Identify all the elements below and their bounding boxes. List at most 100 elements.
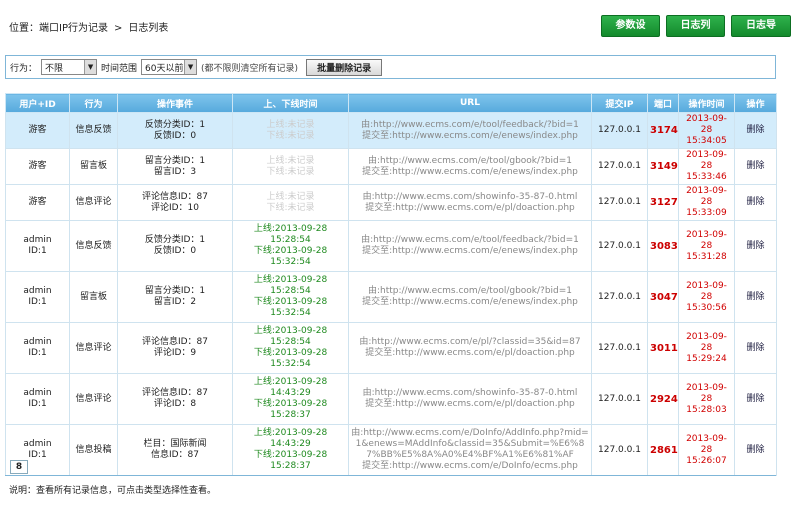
delete-link[interactable]: 删除	[737, 343, 774, 354]
column-header: 用户+ID	[5, 93, 70, 113]
event-text: 评论信息ID：87	[141, 337, 209, 347]
online-time-text: 上线:2013-09-28	[253, 377, 328, 387]
column-header: 行为	[69, 93, 118, 113]
event-text: 反馈分类ID：1	[144, 235, 206, 245]
user-cell-text: admin	[23, 337, 52, 347]
event-text: 留言ID：2	[153, 297, 197, 307]
table-body: 游客 信息反馈 反馈分类ID：1 反馈ID：0 上线:未记录 下线:未记录 由:http:/…	[5, 112, 777, 476]
operation-time: 15:34:05	[686, 136, 727, 146]
user-cell-text: admin	[23, 235, 52, 245]
event-text: 评论ID：8	[153, 399, 197, 409]
user-cell-text: 游客	[28, 125, 47, 135]
event-text: 留言分类ID：1	[144, 155, 206, 166]
operation-time: 15:26:07	[686, 455, 727, 466]
delete-link[interactable]: 删除	[737, 161, 774, 172]
online-time-text: 14:43:29	[270, 439, 311, 449]
online-time-text: 14:43:29	[270, 388, 311, 398]
submit-ip: 127.0.0.1	[598, 444, 641, 455]
online-time-text: 下线:2013-09-28	[253, 399, 328, 409]
delete-link[interactable]: 删除	[737, 394, 774, 405]
table-row: 游客 留言板 留言分类ID：1 留言ID：3 上线:未记录 下线:未记录 由:http://…	[5, 148, 777, 185]
operation-time: 2013-09-28	[686, 433, 727, 455]
table-header-row: 用户+ID 行为 操作事件 上、下线时间 URL 提交IP 端口 操作时间 操作	[5, 93, 777, 113]
online-time-text: 下线:未记录	[266, 202, 315, 213]
operation-time: 2013-09-28	[686, 382, 727, 404]
port-number: 3174	[650, 125, 678, 136]
url-from-link: 由:http://www.ecms.com/e/tool/gbook/?bid=…	[367, 155, 573, 166]
delete-link[interactable]: 删除	[737, 197, 774, 208]
url-from-link: 由:http://www.ecms.com/e/pl/?classid=35&i…	[359, 337, 581, 347]
user-cell-text: ID:1	[28, 297, 47, 307]
url-to-link: 提交至:http://www.ecms.com/e/DoInfo/ecms.ph…	[362, 461, 578, 471]
event-text: 评论ID：9	[153, 348, 197, 358]
url-from-link: 由:http://www.ecms.com/e/DoInfo/AddInfo.p…	[351, 428, 589, 460]
user-cell-text: 游客	[28, 161, 47, 171]
delete-link[interactable]: 删除	[737, 445, 774, 456]
event-text: 反馈分类ID：1	[144, 119, 206, 130]
breadcrumb-current[interactable]: 日志列表	[128, 23, 168, 34]
operation-time: 2013-09-28	[686, 114, 727, 135]
user-cell-text: 游客	[28, 197, 47, 207]
time-range-select-value: 60天以前	[145, 63, 184, 74]
breadcrumb-prefix: 位置：	[9, 23, 39, 34]
log-list-button[interactable]: 日志列表	[666, 15, 725, 51]
divider	[5, 475, 776, 476]
action-type: 信息反馈	[75, 240, 112, 251]
port-number: 2861	[650, 444, 678, 456]
breadcrumb-parent-link[interactable]: 端口IP行为记录	[39, 23, 108, 34]
time-range-select[interactable]: 60天以前 ▼	[141, 59, 198, 75]
chevron-down-icon: ▼	[84, 60, 97, 74]
event-text: 信息ID：87	[150, 450, 200, 460]
online-time-text: 15:32:54	[270, 257, 311, 267]
batch-delete-button[interactable]: 批量删除记录	[306, 58, 383, 76]
event-text: 栏目：国际新闻	[143, 439, 207, 449]
behavior-label: 行为：	[10, 63, 38, 74]
behavior-select-value: 不限	[45, 63, 64, 74]
delete-link[interactable]: 删除	[737, 241, 774, 252]
url-to-link: 提交至:http://www.ecms.com/e/pl/doaction.ph…	[365, 202, 575, 213]
filter-hint: (都不限则清空所有记录)	[201, 63, 299, 74]
url-from-link: 由:http://www.ecms.com/e/tool/feedback/?b…	[361, 235, 579, 245]
page-number[interactable]: 8	[10, 460, 28, 474]
column-header: 操作事件	[117, 93, 233, 113]
online-time-text: 下线:未记录	[266, 166, 315, 177]
settings-button[interactable]: 参数设置	[601, 15, 660, 51]
table-row: admin ID:1 信息评论 评论信息ID：87 评论ID：8 上线:2013-09-2…	[5, 373, 777, 425]
delete-link[interactable]: 删除	[737, 125, 774, 136]
chevron-down-icon: ▼	[184, 60, 197, 74]
port-number: 2924	[650, 393, 678, 405]
url-to-link: 提交至:http://www.ecms.com/e/enews/index.ph…	[362, 130, 578, 141]
user-cell-text: ID:1	[28, 348, 47, 358]
action-type: 信息投稿	[75, 444, 112, 455]
url-to-link: 提交至:http://www.ecms.com/e/enews/index.ph…	[362, 166, 578, 177]
url-from-link: 由:http://www.ecms.com/showinfo-35-87-0.h…	[362, 191, 578, 202]
url-to-link: 提交至:http://www.ecms.com/e/pl/doaction.ph…	[365, 399, 575, 409]
online-time-text: 下线:2013-09-28	[253, 246, 328, 256]
table-row: admin ID:1 信息反馈 反馈分类ID：1 反馈ID：0 上线:2013-09-28…	[5, 220, 777, 272]
event-text: 反馈ID：0	[153, 246, 197, 256]
column-header: 操作	[734, 93, 777, 113]
submit-ip: 127.0.0.1	[598, 240, 641, 251]
online-time-text: 15:32:54	[270, 308, 311, 318]
online-time-text: 15:28:54	[270, 337, 311, 347]
event-text: 留言分类ID：1	[144, 286, 206, 296]
delete-link[interactable]: 删除	[737, 292, 774, 303]
online-time-text: 下线:未记录	[266, 130, 315, 141]
online-time-text: 上线:2013-09-28	[253, 428, 328, 438]
online-time-text: 上线:2013-09-28	[253, 275, 328, 285]
url-from-link: 由:http://www.ecms.com/e/tool/feedback/?b…	[361, 119, 579, 130]
operation-time: 15:29:24	[686, 353, 727, 364]
online-time-text: 下线:2013-09-28	[253, 297, 328, 307]
log-export-button[interactable]: 日志导出	[731, 15, 791, 51]
column-header: 提交IP	[591, 93, 648, 113]
top-button-group: 参数设置 日志列表 日志导出	[601, 15, 791, 51]
online-time-text: 上线:未记录	[266, 191, 315, 202]
online-time-text: 15:28:54	[270, 286, 311, 296]
operation-time: 2013-09-28	[686, 186, 727, 207]
operation-time: 15:33:46	[686, 172, 727, 182]
behavior-select[interactable]: 不限 ▼	[41, 59, 98, 75]
online-time-text: 15:28:37	[270, 410, 311, 420]
operation-time: 2013-09-28	[686, 150, 727, 171]
submit-ip: 127.0.0.1	[598, 125, 641, 135]
table-row: 游客 信息反馈 反馈分类ID：1 反馈ID：0 上线:未记录 下线:未记录 由:http:/…	[5, 112, 777, 149]
